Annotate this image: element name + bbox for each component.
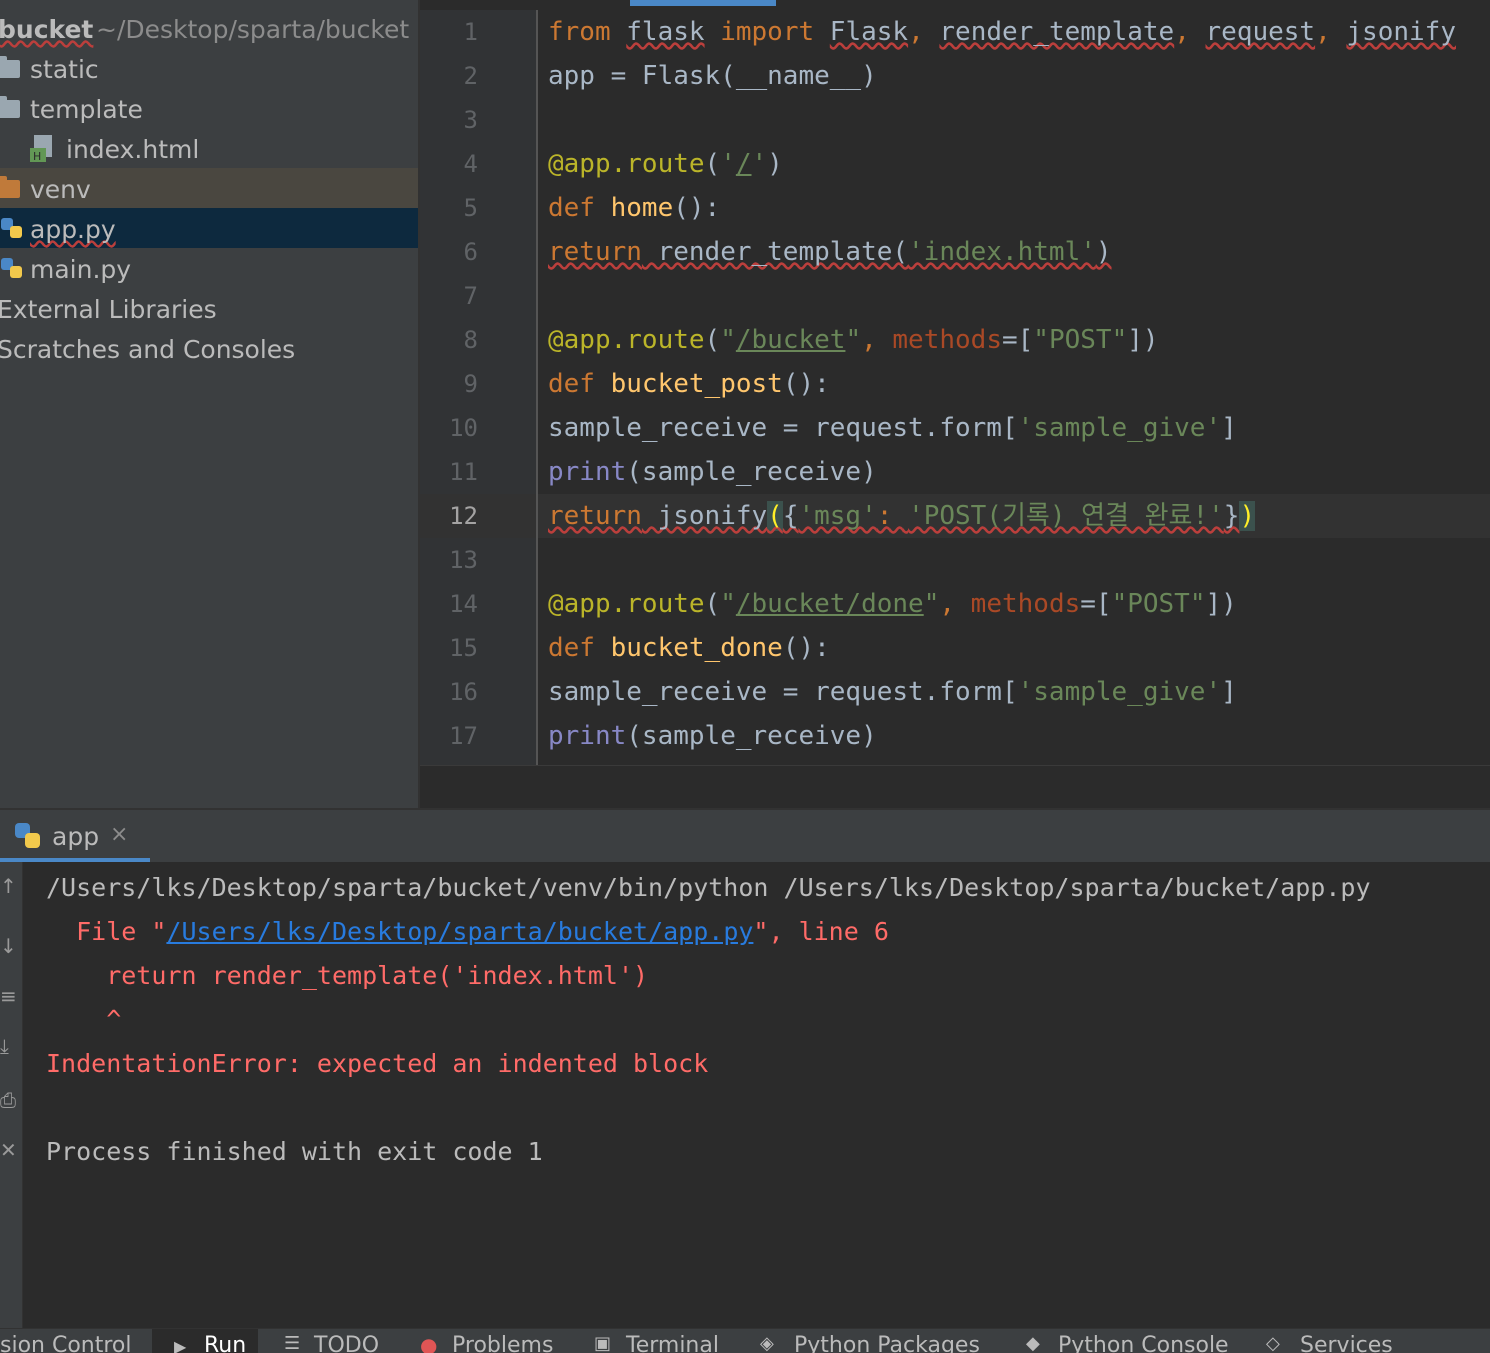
run-console[interactable]: /Users/lks/Desktop/sparta/bucket/venv/bi… bbox=[24, 862, 1490, 1328]
line-number: 17 bbox=[449, 722, 478, 750]
tree-item-label: main.py bbox=[30, 255, 132, 284]
code-line-14[interactable]: @app.route("/bucket/done", methods=["POS… bbox=[548, 582, 1237, 626]
code-line-12[interactable]: return jsonify({'msg': 'POST(기록) 연결 완료!'… bbox=[548, 494, 1256, 538]
python-packages-tab[interactable]: Python Packages bbox=[794, 1333, 980, 1353]
code-line-16[interactable]: sample_receive = request.form['sample_gi… bbox=[548, 670, 1237, 714]
line-number: 8 bbox=[463, 326, 478, 354]
project-root-path: ~/Desktop/sparta/bucket bbox=[96, 15, 410, 44]
line-number: 2 bbox=[463, 62, 478, 90]
down-icon[interactable]: ↓ bbox=[0, 934, 17, 958]
python-console-icon: ◆ bbox=[1026, 1333, 1040, 1353]
code-line-10[interactable]: sample_receive = request.form['sample_gi… bbox=[548, 406, 1237, 450]
tree-item-label: template bbox=[30, 95, 143, 124]
trash-icon[interactable]: ✕ bbox=[0, 1138, 17, 1162]
tree-item-external-libraries[interactable]: External Libraries bbox=[0, 288, 418, 328]
line-number: 11 bbox=[449, 458, 478, 486]
tree-item-venv[interactable]: venv bbox=[0, 168, 418, 208]
python-icon bbox=[15, 823, 40, 848]
console-error: IndentationError: expected an indented b… bbox=[46, 1049, 709, 1078]
line-number: 9 bbox=[463, 370, 478, 398]
code-line-1[interactable]: from flask import Flask, render_template… bbox=[548, 10, 1456, 54]
run-window-tab[interactable]: Run bbox=[204, 1333, 246, 1353]
close-icon[interactable]: × bbox=[110, 822, 128, 847]
active-tab-indicator bbox=[630, 0, 776, 6]
todo-tab[interactable]: TODO bbox=[314, 1333, 379, 1353]
code-editor[interactable]: 1 2 3 4 5 6 7 8 9 10 11 12 13 14 15 16 1… bbox=[420, 0, 1490, 809]
html-file-icon: H bbox=[30, 135, 52, 163]
code-line-5[interactable]: def home(): bbox=[548, 186, 720, 230]
project-panel: bucket ~/Desktop/sparta/bucket static te… bbox=[0, 0, 418, 808]
svg-text:H: H bbox=[33, 150, 41, 163]
console-file-line: File "/Users/lks/Desktop/sparta/bucket/a… bbox=[46, 917, 889, 946]
line-number: 5 bbox=[463, 194, 478, 222]
tree-item-label: index.html bbox=[66, 135, 200, 164]
console-command: /Users/lks/Desktop/sparta/bucket/venv/bi… bbox=[46, 873, 1371, 902]
traceback-link[interactable]: /Users/lks/Desktop/sparta/bucket/app.py bbox=[166, 917, 753, 946]
todo-icon: ☰ bbox=[284, 1333, 301, 1353]
line-number: 7 bbox=[463, 282, 478, 310]
tree-item-scratches[interactable]: Scratches and Consoles bbox=[0, 328, 418, 368]
line-number: 13 bbox=[449, 546, 478, 574]
problems-icon: ● bbox=[420, 1333, 438, 1353]
code-line-6[interactable]: return render_template('index.html') bbox=[548, 230, 1112, 274]
tree-item-index-html[interactable]: H index.html bbox=[0, 128, 418, 168]
rerun-icon[interactable]: ↑ bbox=[0, 874, 17, 898]
tree-item-static[interactable]: static bbox=[0, 48, 418, 88]
tree-item-label: venv bbox=[30, 175, 91, 204]
tool-window-bar: sion Control ▶ Run ☰ TODO ● Problems ▣ T… bbox=[0, 1328, 1490, 1353]
tree-item-app-py[interactable]: app.py bbox=[0, 208, 418, 248]
folder-orange-icon bbox=[0, 176, 20, 198]
console-caret: ^ bbox=[46, 1005, 122, 1034]
python-file-icon bbox=[1, 218, 22, 238]
run-toolbar: ↑ ↓ ≡ ⤓ ⎙ ✕ bbox=[0, 862, 23, 1328]
project-root-name: bucket bbox=[0, 15, 94, 44]
terminal-tab[interactable]: Terminal bbox=[626, 1333, 719, 1353]
console-source-line: return render_template('index.html') bbox=[46, 961, 649, 990]
console-exit: Process finished with exit code 1 bbox=[46, 1137, 543, 1166]
code-line-2[interactable]: app = Flask(__name__) bbox=[548, 54, 877, 98]
run-icon: ▶ bbox=[174, 1337, 187, 1353]
services-tab[interactable]: Services bbox=[1300, 1333, 1393, 1353]
scroll-to-end-icon[interactable]: ⤓ bbox=[0, 1034, 9, 1058]
folder-icon bbox=[0, 56, 20, 78]
tree-item-label: Scratches and Consoles bbox=[0, 335, 296, 364]
python-file-icon bbox=[1, 258, 22, 278]
code-line-8[interactable]: @app.route("/bucket", methods=["POST"]) bbox=[548, 318, 1159, 362]
code-line-4[interactable]: @app.route('/') bbox=[548, 142, 783, 186]
line-number: 1 bbox=[463, 18, 478, 46]
run-tab-label: app bbox=[52, 822, 100, 851]
project-root[interactable]: bucket ~/Desktop/sparta/bucket bbox=[0, 8, 418, 48]
line-number: 6 bbox=[463, 238, 478, 266]
terminal-icon: ▣ bbox=[594, 1333, 612, 1353]
soft-wrap-icon[interactable]: ≡ bbox=[0, 984, 17, 1008]
line-number: 15 bbox=[449, 634, 478, 662]
line-number-current: 12 bbox=[449, 502, 478, 530]
tree-item-template[interactable]: template bbox=[0, 88, 418, 128]
tree-item-label: app.py bbox=[30, 215, 116, 244]
tree-item-label: static bbox=[30, 55, 99, 84]
code-line-11[interactable]: print(sample_receive) bbox=[548, 450, 877, 494]
python-console-tab[interactable]: Python Console bbox=[1058, 1333, 1229, 1353]
line-number: 3 bbox=[463, 106, 478, 134]
code-line-17[interactable]: print(sample_receive) bbox=[548, 714, 877, 758]
tree-item-label: External Libraries bbox=[0, 295, 217, 324]
problems-tab[interactable]: Problems bbox=[452, 1333, 553, 1353]
line-number: 4 bbox=[463, 150, 478, 178]
run-panel-header bbox=[0, 810, 1490, 862]
folder-icon bbox=[0, 96, 20, 118]
print-icon[interactable]: ⎙ bbox=[0, 1088, 16, 1112]
line-number: 14 bbox=[449, 590, 478, 618]
version-control-tab[interactable]: sion Control bbox=[0, 1333, 132, 1353]
code-line-15[interactable]: def bucket_done(): bbox=[548, 626, 830, 670]
code-line-9[interactable]: def bucket_post(): bbox=[548, 362, 830, 406]
line-number: 16 bbox=[449, 678, 478, 706]
services-icon: ◇ bbox=[1266, 1333, 1280, 1353]
run-tab-app[interactable]: app × bbox=[0, 810, 150, 862]
line-number: 10 bbox=[449, 414, 478, 442]
tree-item-main-py[interactable]: main.py bbox=[0, 248, 418, 288]
packages-icon: ◈ bbox=[760, 1333, 774, 1353]
